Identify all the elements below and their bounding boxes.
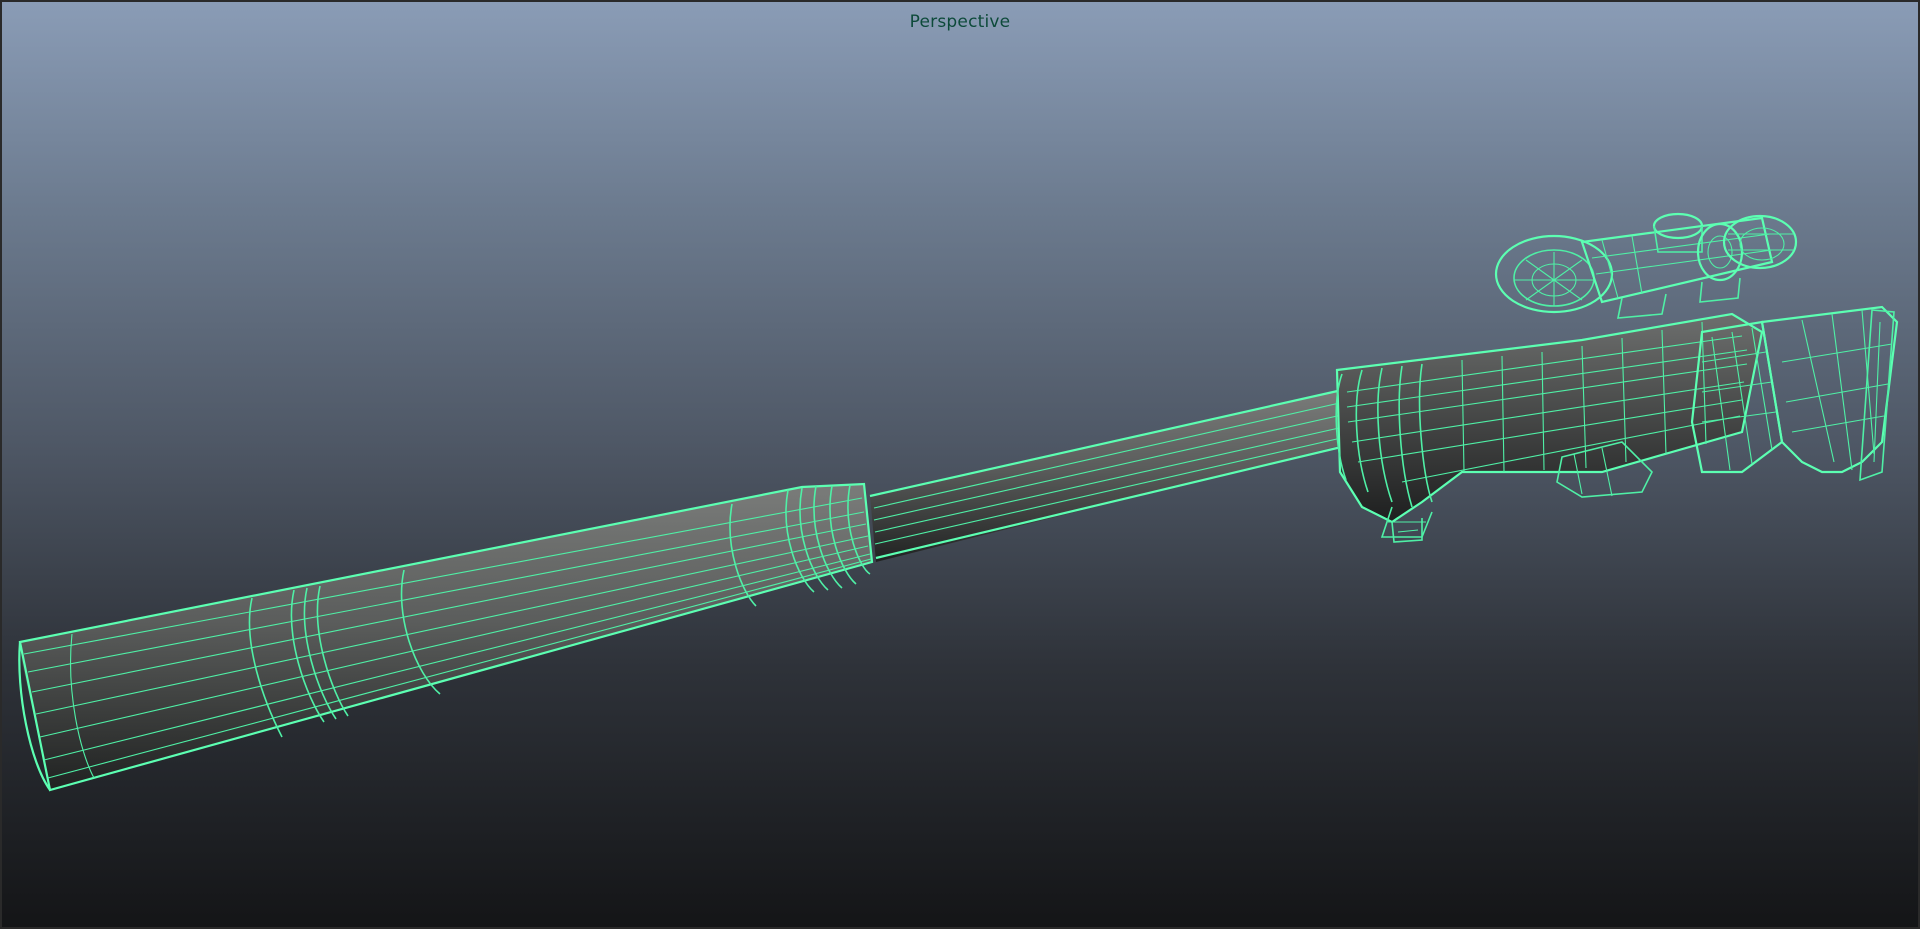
suppressor-mesh	[18, 482, 874, 792]
rifle-wireframe-model[interactable]	[2, 2, 1918, 927]
3d-viewport[interactable]: Perspective	[0, 0, 1920, 929]
barrel-mesh	[869, 388, 1355, 562]
scope-mesh	[1494, 212, 1798, 319]
receiver-mesh	[1335, 312, 1764, 538]
